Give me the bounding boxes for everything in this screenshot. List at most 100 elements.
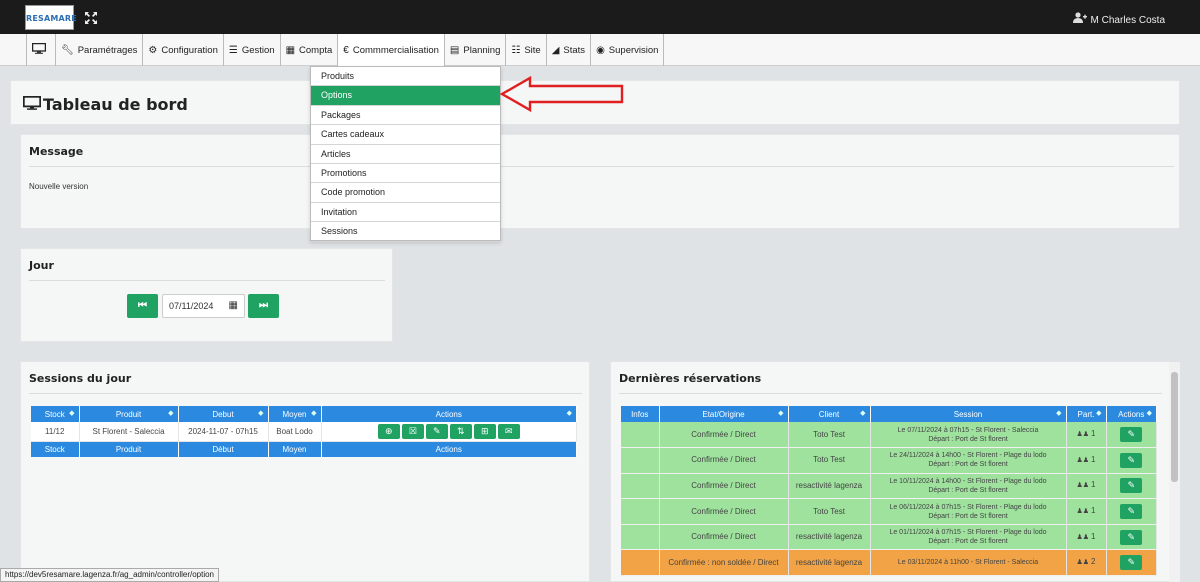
col-header-label: Session xyxy=(953,409,983,419)
table-header-row: Infos Etat/Origine ◆ Client ◆ Session ◆ Par… xyxy=(621,406,1157,422)
scrollbar-thumb[interactable] xyxy=(1171,372,1178,482)
nav-parametrages[interactable]: 🔧︎ Paramétrages xyxy=(56,34,144,66)
col-header[interactable]: Stock ◆ xyxy=(31,406,80,422)
menu-item-code-promotion[interactable]: Code promotion xyxy=(311,183,500,203)
cell-part: ♟♟ 1 xyxy=(1066,447,1107,474)
cell-client: Toto Test xyxy=(788,422,871,449)
nav-dashboard[interactable] xyxy=(27,34,56,66)
sitemap-icon: ☷ xyxy=(511,44,521,56)
cell-actions: ✎ xyxy=(1106,447,1157,474)
nav-commercialisation[interactable]: € Commmercialisation xyxy=(338,34,445,66)
menu-item-packages[interactable]: Packages xyxy=(311,106,500,126)
edit-button[interactable]: ✎ xyxy=(1120,529,1143,545)
part-count: 2 xyxy=(1091,557,1096,567)
cell-actions: ✎ xyxy=(1106,524,1157,551)
date-input[interactable]: 07/11/2024 ▦ xyxy=(162,294,245,318)
col-header[interactable]: Moyen ◆ xyxy=(268,406,322,422)
user-name: M Charles Costa xyxy=(1090,15,1165,26)
part-count: 1 xyxy=(1091,454,1096,464)
cell-actions: ✎ xyxy=(1106,422,1157,449)
fullscreen-icon[interactable] xyxy=(84,11,98,25)
sort-icon: ◆ xyxy=(566,410,572,417)
reservations-table: Infos Etat/Origine ◆ Client ◆ Session ◆ Par… xyxy=(621,406,1157,577)
menu-item-produits[interactable]: Produits xyxy=(311,67,500,87)
edit-button[interactable]: ✎ xyxy=(1120,427,1143,443)
cell-infos xyxy=(621,498,660,525)
nav-configuration[interactable]: ⚙ Configuration xyxy=(143,34,224,66)
users-icon: ♟♟ xyxy=(1076,533,1092,541)
edit-button[interactable]: ✎ xyxy=(425,423,448,439)
menu-item-invitation[interactable]: Invitation xyxy=(311,203,500,223)
calendar-icon[interactable]: ▦ xyxy=(229,300,238,311)
cell-etat: Confirmée / Direct xyxy=(659,473,789,500)
col-header[interactable]: Produit ◆ xyxy=(79,406,179,422)
menu-item-cartes-cadeaux[interactable]: Cartes cadeaux xyxy=(311,125,500,145)
users-icon: ♟♟ xyxy=(1076,559,1092,567)
col-header-label: Actions xyxy=(435,409,462,419)
col-header-label: Moyen xyxy=(282,409,307,419)
nav-stats[interactable]: ◢ Stats xyxy=(547,34,592,66)
nav-label: Stats xyxy=(563,44,586,56)
table-row: Confirmée / Direct resactivité lagenza Le … xyxy=(621,524,1157,551)
app-logo[interactable]: RESAMARE xyxy=(25,5,77,30)
message-text: Nouvelle version xyxy=(29,182,89,191)
divider xyxy=(29,393,582,394)
scrollbar[interactable] xyxy=(1169,362,1180,582)
col-header[interactable]: Actions ◆ xyxy=(1106,406,1157,422)
cell-client: Toto Test xyxy=(788,447,871,474)
next-day-button[interactable]: ⏭︎ xyxy=(248,294,279,318)
session-departure: Départ : Port de St florent xyxy=(928,512,1008,520)
cell-session: Le 07/11/2024 à 07h15 - St Florent - Sal… xyxy=(870,422,1067,449)
edit-button[interactable]: ✎ xyxy=(1120,478,1143,494)
nav-compta[interactable]: ▦ Compta xyxy=(281,34,339,66)
previous-day-button[interactable]: ⏮︎ xyxy=(127,294,158,318)
col-header[interactable]: Debut ◆ xyxy=(178,406,269,422)
col-header[interactable]: Actions ◆ xyxy=(321,406,577,422)
menu-item-promotions[interactable]: Promotions xyxy=(311,164,500,184)
table-row: 11/12 St Florent - Saleccia 2024-11-07 -… xyxy=(31,422,577,442)
sessions-panel: Sessions du jour xyxy=(20,361,590,582)
eye-icon: ◉ xyxy=(596,44,605,56)
edit-button[interactable]: ✎ xyxy=(1120,555,1143,571)
menu-item-options[interactable]: Options xyxy=(311,86,500,106)
edit-button[interactable]: ✎ xyxy=(1120,504,1143,520)
col-header[interactable]: Etat/Origine ◆ xyxy=(659,406,789,422)
add-button[interactable]: ⊕ xyxy=(377,423,400,439)
session-line: Le 24/11/2024 à 14h00 - St Florent - Pla… xyxy=(889,452,1047,460)
cell-session: Le 06/11/2024 à 07h15 - St Florent - Pla… xyxy=(870,498,1067,525)
email-button[interactable]: ✉︎ xyxy=(497,423,520,439)
cell-etat: Confirmée / Direct xyxy=(659,422,789,449)
cell-produit: St Florent - Saleccia xyxy=(79,422,179,442)
edit-button[interactable]: ✎ xyxy=(1120,452,1143,468)
wrench-icon: 🔧︎ xyxy=(61,44,74,56)
sort-button[interactable]: ⇅ xyxy=(449,423,472,439)
page-title: Tableau de bord xyxy=(22,95,188,114)
cancel-session-button[interactable]: ☒ xyxy=(401,423,424,439)
nav-planning[interactable]: ▤ Planning xyxy=(445,34,507,66)
user-plus-icon xyxy=(1072,12,1087,26)
users-icon: ♟♟ xyxy=(1076,508,1092,516)
nav-supervision[interactable]: ◉ Supervision xyxy=(591,34,665,66)
users-icon: ♟♟ xyxy=(1076,431,1092,439)
col-header[interactable]: Part. ◆ xyxy=(1066,406,1107,422)
col-header-label: Part. xyxy=(1077,409,1095,419)
session-line: Le 03/11/2024 à 11h00 - St Florent - Sal… xyxy=(897,559,1039,567)
col-header-label: Client xyxy=(818,409,840,419)
col-header[interactable]: Client ◆ xyxy=(788,406,871,422)
edit-icon: ✎ xyxy=(1127,506,1136,517)
user-menu[interactable]: M Charles Costa xyxy=(1072,12,1165,26)
col-header[interactable]: Session ◆ xyxy=(870,406,1067,422)
nav-site[interactable]: ☷ Site xyxy=(506,34,547,66)
session-departure: Départ : Port de St florent xyxy=(928,486,1008,494)
edit-icon: ✎ xyxy=(1127,531,1136,542)
cell-actions: ✎ xyxy=(1106,473,1157,500)
nav-gestion[interactable]: ☰ Gestion xyxy=(224,34,281,66)
page-title-text: Tableau de bord xyxy=(43,95,188,114)
cell-part: ♟♟ 1 xyxy=(1066,498,1107,525)
nav-label: Compta xyxy=(299,44,333,56)
menu-item-articles[interactable]: Articles xyxy=(311,145,500,164)
menu-item-sessions[interactable]: Sessions xyxy=(311,222,500,242)
users-icon: ♟♟ xyxy=(1076,482,1092,490)
col-header[interactable]: Infos xyxy=(621,406,660,422)
add-date-button[interactable]: ⊞ xyxy=(473,423,496,439)
